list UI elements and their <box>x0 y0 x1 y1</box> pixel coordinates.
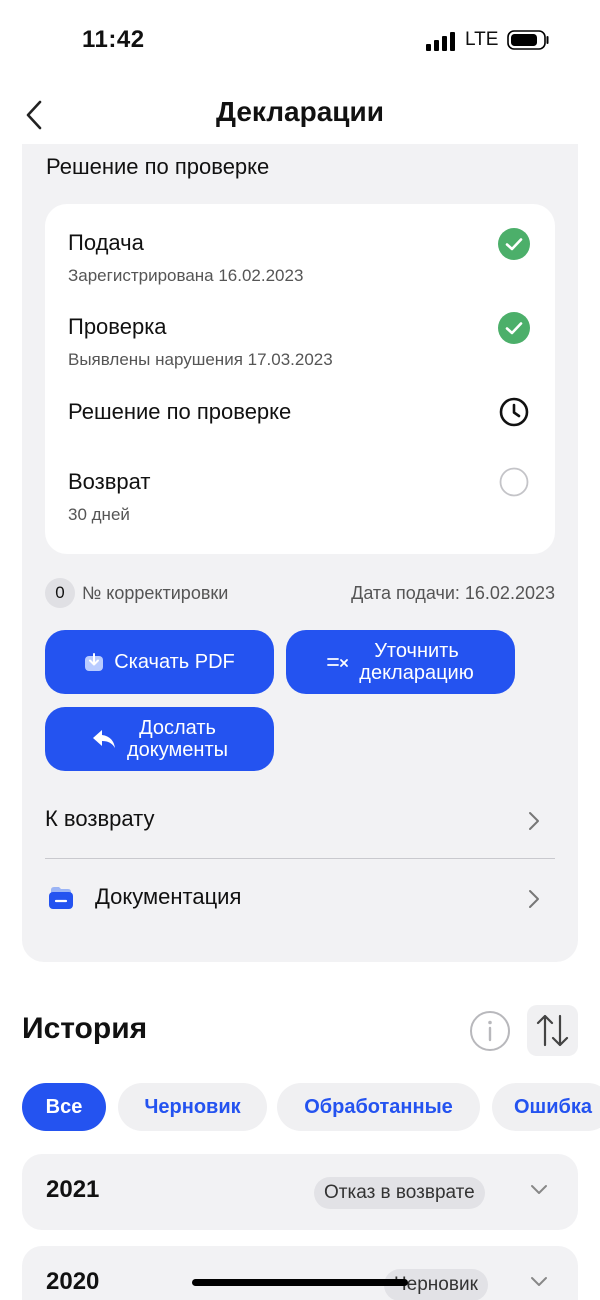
documentation-label: Документация <box>95 884 242 909</box>
status-timeline: Подача Зарегистрирована 16.02.2023 Прове… <box>45 204 555 554</box>
download-pdf-label: Скачать PDF <box>114 651 235 673</box>
info-icon <box>470 1011 510 1051</box>
declaration-meta: 0 № корректировки Дата подачи: 16.02.202… <box>45 578 555 608</box>
divider <box>45 858 555 859</box>
submit-date: Дата подачи: 16.02.2023 <box>351 583 555 603</box>
clarify-label-line2: декларацию <box>359 662 474 684</box>
declaration-card: Решение по проверке Подача Зарегистриров… <box>22 144 578 962</box>
year-label: 2020 <box>46 1268 100 1295</box>
info-button[interactable] <box>469 1010 511 1052</box>
history-title: История <box>22 1012 148 1045</box>
refund-link[interactable]: К возврату <box>45 792 555 848</box>
clarify-declaration-button[interactable]: Уточнить декларацию <box>286 630 515 694</box>
filter-chip-error[interactable]: Ошибка <box>492 1083 600 1131</box>
status-bar: 11:42 LTE <box>0 0 600 84</box>
correction-count-badge: 0 <box>45 578 75 608</box>
step-subtitle: 30 дней <box>68 505 130 524</box>
back-button[interactable] <box>20 98 50 132</box>
filter-chip-all[interactable]: Все <box>22 1083 106 1131</box>
chevron-down-icon <box>531 1277 547 1286</box>
timeline-step-submission: Подача Зарегистрирована 16.02.2023 <box>68 230 303 286</box>
empty-circle-icon <box>499 467 529 497</box>
refund-label: К возврату <box>45 806 155 831</box>
step-title: Проверка <box>68 314 167 339</box>
network-type: LTE <box>465 29 499 50</box>
folder-icon <box>49 887 73 909</box>
nav-bar: Декларации <box>0 84 600 144</box>
send-documents-button[interactable]: Дослать документы <box>45 707 274 771</box>
status-time: 11:42 <box>82 26 145 53</box>
filter-chip-draft[interactable]: Черновик <box>118 1083 267 1131</box>
clock-icon <box>499 397 529 427</box>
timeline-step-review: Проверка Выявлены нарушения 17.03.2023 <box>68 314 333 370</box>
edit-list-icon <box>327 654 349 670</box>
download-icon <box>84 652 104 672</box>
send-label-line1: Дослать <box>139 717 216 739</box>
page-title: Декларации <box>216 96 384 127</box>
check-circle-icon <box>498 228 530 260</box>
battery-icon <box>507 30 549 50</box>
documentation-link[interactable]: Документация <box>45 870 555 926</box>
step-subtitle: Зарегистрирована 16.02.2023 <box>68 266 304 285</box>
step-title: Подача <box>68 230 144 255</box>
year-label: 2021 <box>46 1176 100 1203</box>
download-pdf-button[interactable]: Скачать PDF <box>45 630 274 694</box>
filter-chip-processed[interactable]: Обработанные <box>277 1083 480 1131</box>
signal-icon <box>426 32 455 51</box>
step-subtitle: Выявлены нарушения 17.03.2023 <box>68 350 333 369</box>
chevron-down-icon <box>531 1185 547 1194</box>
sort-arrows-icon <box>536 1014 569 1047</box>
reply-icon <box>91 728 117 750</box>
chevron-right-icon <box>529 890 539 908</box>
clarify-label-line1: Уточнить <box>374 640 459 662</box>
step-title: Решение по проверке <box>68 399 292 424</box>
history-year-2020[interactable]: 2020 Черновик <box>22 1246 578 1300</box>
home-indicator <box>192 1279 408 1286</box>
correction-label: № корректировки <box>82 583 229 603</box>
step-title: Возврат <box>68 469 151 494</box>
history-year-2021[interactable]: 2021 Отказ в возврате <box>22 1154 578 1230</box>
status-badge: Отказ в возврате <box>314 1177 485 1209</box>
chevron-left-icon <box>26 100 42 130</box>
check-circle-icon <box>498 312 530 344</box>
chevron-right-icon <box>529 812 539 830</box>
send-label-line2: документы <box>127 739 228 761</box>
timeline-step-refund: Возврат 30 дней <box>68 469 151 525</box>
section-title: Решение по проверке <box>46 154 270 179</box>
timeline-step-decision: Решение по проверке <box>68 399 291 425</box>
sort-button[interactable] <box>527 1005 578 1056</box>
